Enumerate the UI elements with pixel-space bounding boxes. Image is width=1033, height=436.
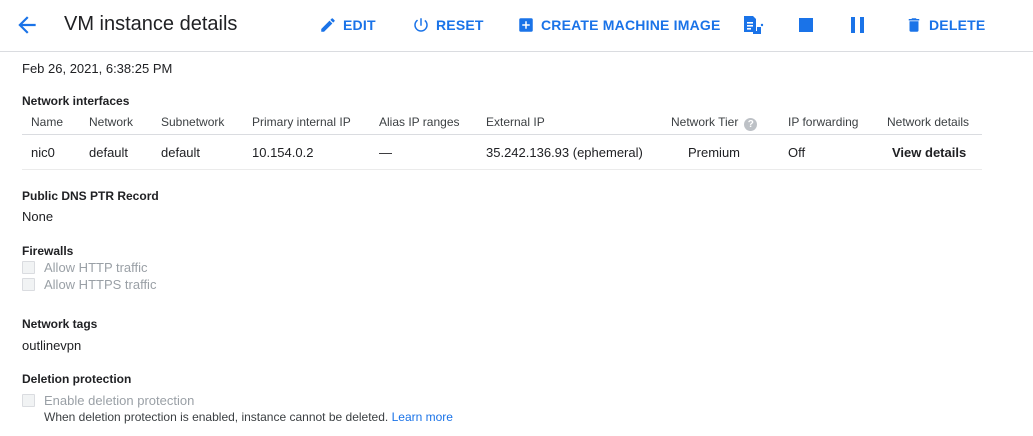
nic-alias-ip: — [379,145,392,160]
network-interfaces-table: Name Network Subnetwork Primary internal… [22,110,982,170]
nic-network-tier: Premium [688,145,741,160]
column-header: Primary internal IP [252,115,351,129]
column-header: IP forwarding [788,115,859,129]
table-header-row: Name Network Subnetwork Primary internal… [22,110,982,135]
help-circle-icon[interactable]: ? [744,118,758,131]
add-box-icon [517,16,535,34]
nic-network: default [89,145,129,160]
nic-ip-forwarding: Off [788,145,806,160]
page-title: VM instance details [64,13,238,35]
allow-http-label: Allow HTTP traffic [44,259,148,275]
column-header: Network details [887,115,970,129]
deletion-protection-checkbox[interactable]: Enable deletion protection [22,392,194,408]
column-header: Subnetwork [161,115,225,129]
dns-label: Public DNS PTR Record [22,189,159,203]
column-header: Alias IP ranges [379,115,460,129]
column-header: Network [89,115,134,129]
delete-button[interactable]: DELETE [905,13,985,37]
checkbox-box[interactable] [22,277,35,291]
reset-button[interactable]: RESET [412,13,484,37]
pause-icon[interactable] [845,12,871,38]
deletion-protection-checkbox-label: Enable deletion protection [44,392,195,408]
back-arrow-icon[interactable] [14,12,40,38]
column-header: External IP [486,115,545,129]
checkbox-box[interactable] [22,393,35,407]
firewalls-label: Firewalls [22,244,74,258]
nic-primary-ip: 10.154.0.2 [252,145,314,160]
reset-label: RESET [436,17,484,33]
create-machine-image-label: CREATE MACHINE IMAGE [541,17,721,33]
network-interfaces-label: Network interfaces [22,94,130,108]
pencil-icon [319,16,337,34]
column-header: Network Tier [671,115,739,129]
allow-https-label: Allow HTTPS traffic [44,276,157,292]
create-machine-image-button[interactable]: CREATE MACHINE IMAGE [517,13,721,37]
deletion-protection-hint: When deletion protection is enabled, ins… [44,410,453,424]
checkbox-box[interactable] [22,260,35,274]
hint-text: When deletion protection is enabled, ins… [44,410,389,424]
delete-label: DELETE [929,17,986,33]
nic-external-ip: 35.242.136.93 (ephemeral) [486,145,643,160]
network-tags-value: outlinevpn [22,338,82,353]
trash-icon [905,16,923,34]
table-row: nic0 default default 10.154.0.2 — 35.242… [22,135,982,170]
edit-button[interactable]: EDIT [319,13,376,37]
column-header-network-tier: Network Tier? [671,115,758,131]
learn-more-link[interactable]: Learn more [392,410,453,424]
edit-label: EDIT [343,17,376,33]
power-icon [412,16,430,34]
deletion-protection-label: Deletion protection [22,372,132,386]
column-header: Name [31,115,64,129]
ssh-terminal-icon[interactable] [739,12,765,38]
network-tags-label: Network tags [22,317,98,331]
allow-https-checkbox[interactable]: Allow HTTPS traffic [22,276,156,292]
dns-value: None [22,209,54,224]
view-details-link[interactable]: View details [892,145,966,160]
nic-subnetwork: default [161,145,201,160]
stop-icon[interactable] [793,12,819,38]
timestamp: Feb 26, 2021, 6:38:25 PM [22,61,173,76]
page-header: VM instance details EDIT RESET CREATE MA… [0,0,1033,52]
nic-name: nic0 [31,145,55,160]
allow-http-checkbox[interactable]: Allow HTTP traffic [22,259,148,275]
